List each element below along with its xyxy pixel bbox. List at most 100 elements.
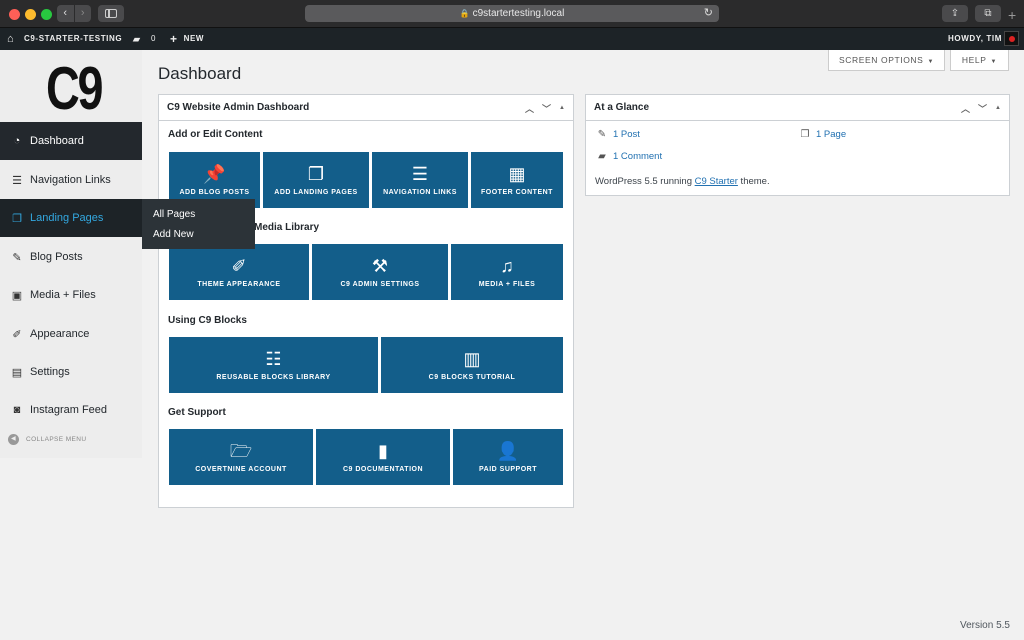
comment-count[interactable]: 0: [151, 28, 156, 50]
tile-label: ADD BLOG POSTS: [179, 189, 250, 196]
page-title: Dashboard: [158, 64, 242, 83]
help-button[interactable]: HELP ▼: [950, 50, 1009, 71]
new-tab-button[interactable]: +: [1008, 8, 1016, 22]
theme-link[interactable]: C9 Starter: [695, 176, 738, 187]
site-name-link[interactable]: C9-STARTER-TESTING: [24, 28, 122, 50]
sidebar-toggle-button[interactable]: [98, 5, 124, 22]
section-title: Media Library: [254, 222, 320, 233]
sidebar-item-appearance[interactable]: ✐ Appearance: [0, 315, 142, 353]
comments-icon[interactable]: ▰: [133, 28, 141, 50]
sidebar-item-label: Instagram Feed: [30, 404, 108, 416]
comments-count: 1 Comment: [613, 151, 663, 162]
glance-comments-link[interactable]: ▰ 1 Comment: [595, 151, 662, 162]
tab-overview-button[interactable]: ⧉: [975, 5, 1001, 22]
media-icon: ▣: [11, 289, 23, 302]
add-landing-pages-tile[interactable]: ❐ ADD LANDING PAGES: [263, 152, 369, 208]
sidebar-item-media-files[interactable]: ▣ Media + Files: [0, 276, 142, 314]
maximize-window-button[interactable]: [41, 9, 52, 20]
user-greeting[interactable]: HOWDY, TIM: [948, 28, 1002, 50]
toggle-panel-icon[interactable]: ▲: [995, 105, 1001, 111]
move-down-icon[interactable]: ﹀: [542, 102, 551, 115]
covertnine-account-tile[interactable]: 🗁 COVERTNINE ACCOUNT: [169, 429, 313, 485]
section-title: Add or Edit Content: [168, 129, 263, 140]
toggle-panel-icon[interactable]: ▲: [559, 105, 565, 111]
reusable-blocks-library-tile[interactable]: ☷ REUSABLE BLOCKS LIBRARY: [169, 337, 378, 393]
glance-posts-link[interactable]: ✎ 1 Post: [595, 129, 640, 140]
sidebar-item-navigation-links[interactable]: ☰ Navigation Links: [0, 161, 142, 199]
book-icon: ▮: [378, 441, 388, 461]
landing-pages-submenu: All Pages Add New: [142, 199, 255, 249]
tile-label: PAID SUPPORT: [479, 466, 537, 473]
caret-down-icon: ▼: [927, 59, 934, 65]
navigation-links-tile[interactable]: ☰ NAVIGATION LINKS: [372, 152, 468, 208]
back-button[interactable]: ‹: [57, 5, 74, 22]
media-files-tile[interactable]: ♫ MEDIA + FILES: [451, 244, 563, 300]
plus-icon: +: [170, 32, 178, 46]
sidebar-item-instagram-feed[interactable]: ◙ Instagram Feed: [0, 391, 142, 429]
widget-title: At a Glance: [594, 102, 650, 113]
brush-icon: ✐: [231, 256, 247, 276]
at-a-glance-widget: At a Glance ︿ ﹀ ▲ ✎ 1 Post ❐ 1 Page ▰ 1 Com…: [585, 94, 1010, 196]
pages-icon: ❐: [307, 164, 325, 184]
camera-icon: ◙: [13, 404, 21, 416]
c9-admin-settings-tile[interactable]: ⚒ C9 ADMIN SETTINGS: [312, 244, 448, 300]
widget-title: C9 Website Admin Dashboard: [167, 102, 310, 113]
home-icon[interactable]: ⌂: [7, 28, 14, 50]
screen-options-button[interactable]: SCREEN OPTIONS ▼: [828, 50, 945, 71]
collapse-icon: ◀: [8, 434, 19, 445]
section-title: Using C9 Blocks: [168, 315, 247, 326]
close-window-button[interactable]: [9, 9, 20, 20]
tile-label: MEDIA + FILES: [478, 281, 536, 288]
pages-icon: ❐: [800, 129, 810, 140]
move-up-icon[interactable]: ︿: [525, 102, 534, 115]
c9-documentation-tile[interactable]: ▮ C9 DOCUMENTATION: [316, 429, 450, 485]
footer-icon: ▦: [508, 164, 526, 184]
pages-icon: ❐: [12, 212, 22, 225]
footer-content-tile[interactable]: ▦ FOOTER CONTENT: [471, 152, 563, 208]
sidebar-item-label: Blog Posts: [30, 251, 83, 263]
sidebar-item-dashboard[interactable]: ◔ Dashboard: [0, 122, 142, 160]
menu-icon: ☰: [411, 164, 429, 184]
forward-button[interactable]: ›: [73, 5, 92, 22]
collapse-label: COLLAPSE MENU: [26, 436, 87, 443]
folder-icon: 🗁: [229, 441, 253, 461]
posts-count: 1 Post: [613, 129, 640, 140]
sidebar-item-label: Navigation Links: [30, 174, 111, 186]
menu-icon: ☰: [12, 174, 22, 187]
paid-support-tile[interactable]: 👤 PAID SUPPORT: [453, 429, 563, 485]
tile-label: COVERTNINE ACCOUNT: [195, 466, 287, 473]
caret-down-icon: ▼: [990, 59, 998, 65]
submenu-item-all-pages[interactable]: All Pages: [142, 207, 255, 227]
sidebar-item-label: Landing Pages: [30, 212, 104, 224]
tile-label: NAVIGATION LINKS: [383, 189, 457, 196]
sidebar-item-label: Media + Files: [30, 289, 96, 301]
wp-version: Version 5.5: [959, 620, 1010, 631]
sidebar-item-landing-pages[interactable]: ❐ Landing Pages: [0, 199, 142, 237]
widget-header: C9 Website Admin Dashboard ︿ ﹀ ▲: [159, 95, 573, 121]
submenu-item-add-new[interactable]: Add New: [142, 227, 255, 247]
c9-blocks-tutorial-tile[interactable]: ▥ C9 BLOCKS TUTORIAL: [381, 337, 563, 393]
wp-admin-bar: ⌂ C9-STARTER-TESTING ▰ 0 + NEW HOWDY, TIM: [0, 28, 1024, 50]
tile-label: C9 DOCUMENTATION: [342, 466, 424, 473]
sidebar-item-label: Dashboard: [30, 135, 84, 147]
sidebar-item-blog-posts[interactable]: ✎ Blog Posts: [0, 238, 142, 276]
address-bar[interactable]: 🔒 c9startertesting.local ↻: [305, 5, 719, 22]
new-content-button[interactable]: + NEW: [170, 28, 204, 50]
glance-pages-link[interactable]: ❐ 1 Page: [798, 129, 847, 140]
move-up-icon[interactable]: ︿: [961, 102, 970, 115]
user-icon: 👤: [496, 441, 520, 461]
move-down-icon[interactable]: ﹀: [978, 102, 987, 115]
share-button[interactable]: ⇪: [942, 5, 968, 22]
collapse-menu-button[interactable]: ◀ COLLAPSE MENU: [8, 434, 86, 445]
avatar[interactable]: [1004, 31, 1019, 46]
version-prefix: WordPress 5.5 running: [595, 176, 695, 187]
tile-label: FOOTER CONTENT: [481, 189, 553, 196]
browser-toolbar: ‹ › 🔒 c9startertesting.local ↻ ⇪ ⧉ +: [0, 0, 1024, 28]
browser-nav: ‹ ›: [57, 5, 91, 22]
sidebar-item-settings[interactable]: ▤ Settings: [0, 353, 142, 391]
site-logo: C9: [46, 55, 103, 122]
layout-icon: ▥: [463, 349, 481, 369]
minimize-window-button[interactable]: [25, 9, 36, 20]
reload-icon[interactable]: ↻: [704, 5, 713, 22]
theme-appearance-tile[interactable]: ✐ THEME APPEARANCE: [169, 244, 309, 300]
